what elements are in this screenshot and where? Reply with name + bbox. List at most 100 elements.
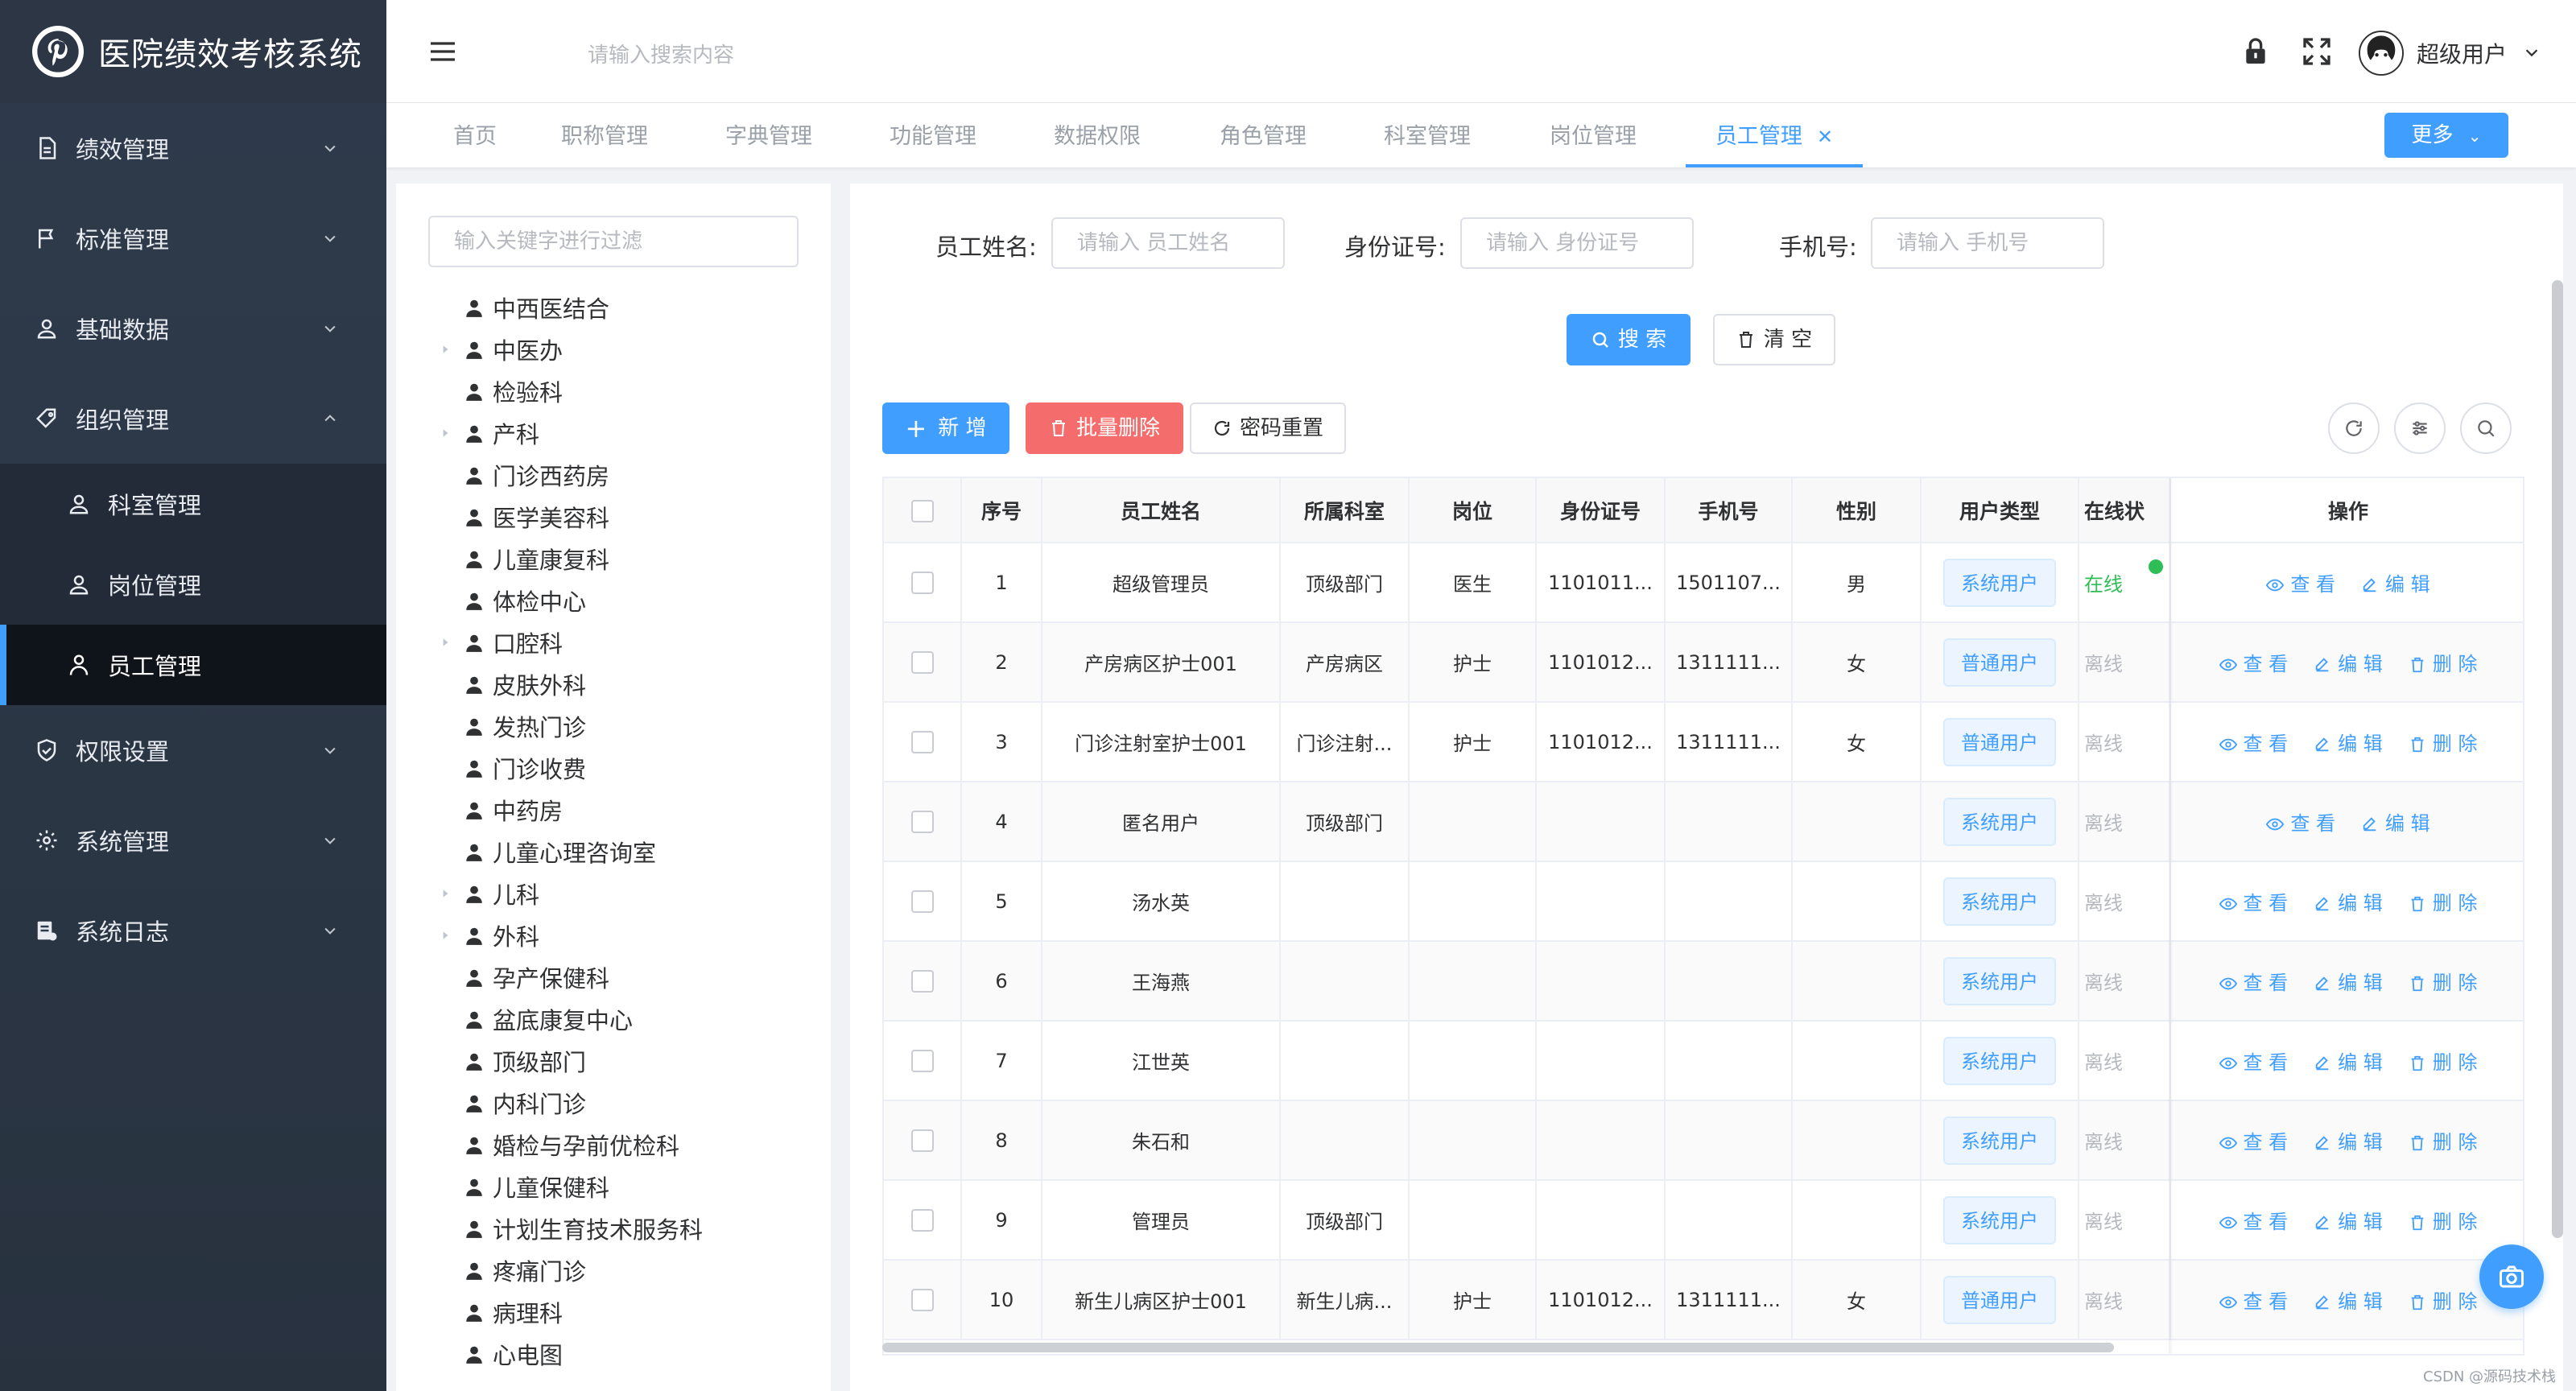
delete-button[interactable]: 删 除 bbox=[2409, 1206, 2477, 1234]
tree-node[interactable]: 儿童康复科 bbox=[428, 538, 815, 580]
tab-data-permission[interactable]: 数据权限 bbox=[1030, 103, 1164, 167]
tree-node[interactable]: 体检中心 bbox=[428, 580, 815, 621]
reset-password-button[interactable]: 密码重置 bbox=[1190, 402, 1346, 454]
select-cell[interactable] bbox=[884, 1100, 962, 1181]
select-all-checkbox[interactable] bbox=[910, 499, 934, 522]
tree-node[interactable]: 发热门诊 bbox=[428, 705, 815, 747]
tree-node[interactable]: 计划生育技术服务科 bbox=[428, 1207, 815, 1249]
edit-button[interactable]: 编 辑 bbox=[2361, 807, 2430, 836]
chevron-down-icon[interactable] bbox=[2523, 43, 2541, 61]
tree-node[interactable]: 病理科 bbox=[428, 1291, 815, 1333]
table-row[interactable]: 10 新生儿病区护士001 新生儿病... 护士 1101012... 1311111..… bbox=[884, 1260, 2523, 1340]
select-cell[interactable] bbox=[884, 1021, 962, 1101]
table-row[interactable]: 9 管理员 顶级部门 系统用户 离线 查 看 编 辑 删 除 bbox=[884, 1180, 2523, 1261]
row-checkbox[interactable] bbox=[910, 890, 934, 913]
edit-button[interactable]: 编 辑 bbox=[2314, 967, 2383, 995]
clear-button[interactable]: 清 空 bbox=[1713, 314, 1835, 365]
caret-right-icon[interactable] bbox=[436, 885, 454, 902]
tree-filter-input[interactable]: 输入关键字进行过滤 bbox=[428, 216, 799, 267]
toggle-search-button[interactable] bbox=[2460, 402, 2512, 454]
tree-node[interactable]: 疼痛门诊 bbox=[428, 1249, 815, 1291]
tab-dictionary-management[interactable]: 字典管理 bbox=[702, 103, 836, 167]
tree-node[interactable]: 心电图 bbox=[428, 1333, 815, 1375]
phone-input[interactable]: 请输入 手机号 bbox=[1871, 217, 2104, 269]
view-button[interactable]: 查 看 bbox=[2219, 967, 2288, 995]
tree-node[interactable]: 外科 bbox=[428, 914, 815, 956]
tree-node[interactable]: 门诊西药房 bbox=[428, 454, 815, 496]
edit-button[interactable]: 编 辑 bbox=[2314, 648, 2383, 676]
id-input[interactable]: 请输入 身份证号 bbox=[1460, 217, 1694, 269]
close-icon[interactable]: ✕ bbox=[1817, 103, 1833, 171]
tab-role-management[interactable]: 角色管理 bbox=[1196, 103, 1330, 167]
sidebar-item-system[interactable]: 系统管理 bbox=[0, 795, 386, 885]
table-row[interactable]: 3 门诊注射室护士001 门诊注射... 护士 1101012... 1311111...… bbox=[884, 702, 2523, 782]
vertical-scrollbar[interactable] bbox=[2552, 280, 2563, 1238]
tree-node[interactable]: 产科 bbox=[428, 412, 815, 454]
tab-home[interactable]: 首页 bbox=[419, 103, 531, 167]
tree-node[interactable]: 中药房 bbox=[428, 789, 815, 831]
select-cell[interactable] bbox=[884, 543, 962, 623]
fullscreen-icon[interactable] bbox=[2301, 35, 2333, 68]
row-checkbox[interactable] bbox=[910, 1050, 934, 1072]
tree-node[interactable]: 顶级部门 bbox=[428, 1040, 815, 1082]
table-row[interactable]: 7 江世英 系统用户 离线 查 看 编 辑 删 除 bbox=[884, 1021, 2523, 1101]
table-row[interactable]: 4 匿名用户 顶级部门 系统用户 离线 查 看 编 辑 bbox=[884, 782, 2523, 862]
tree-node[interactable]: 中西医结合 bbox=[428, 287, 815, 328]
refresh-table-button[interactable] bbox=[2328, 402, 2380, 454]
caret-right-icon[interactable] bbox=[436, 341, 454, 358]
delete-button[interactable]: 删 除 bbox=[2409, 1126, 2477, 1154]
select-all-cell[interactable] bbox=[884, 478, 962, 543]
caret-right-icon[interactable] bbox=[436, 927, 454, 944]
lock-icon[interactable] bbox=[2240, 35, 2272, 68]
select-cell[interactable] bbox=[884, 622, 962, 703]
tree-node[interactable]: 门诊收费 bbox=[428, 747, 815, 789]
delete-button[interactable]: 删 除 bbox=[2409, 887, 2477, 915]
tab-employee-management[interactable]: 员工管理 ✕ bbox=[1686, 103, 1863, 167]
sidebar-item-permission[interactable]: 权限设置 bbox=[0, 705, 386, 795]
view-button[interactable]: 查 看 bbox=[2219, 1046, 2288, 1075]
horizontal-scrollbar[interactable] bbox=[882, 1343, 2114, 1352]
delete-button[interactable]: 删 除 bbox=[2409, 728, 2477, 756]
tree-node[interactable]: 内科门诊 bbox=[428, 1082, 815, 1124]
name-input[interactable]: 请输入 员工姓名 bbox=[1051, 217, 1285, 269]
row-checkbox[interactable] bbox=[910, 1129, 934, 1152]
sidebar-item-employee[interactable]: 员工管理 bbox=[0, 625, 386, 705]
edit-button[interactable]: 编 辑 bbox=[2314, 887, 2383, 915]
row-checkbox[interactable] bbox=[910, 731, 934, 753]
tree-node[interactable]: 儿童心理咨询室 bbox=[428, 831, 815, 873]
view-button[interactable]: 查 看 bbox=[2266, 807, 2335, 836]
avatar[interactable] bbox=[2359, 31, 2404, 76]
row-checkbox[interactable] bbox=[910, 572, 934, 594]
view-button[interactable]: 查 看 bbox=[2219, 1206, 2288, 1234]
view-button[interactable]: 查 看 bbox=[2219, 887, 2288, 915]
edit-button[interactable]: 编 辑 bbox=[2314, 1286, 2383, 1314]
tree-node[interactable]: 儿科 bbox=[428, 873, 815, 914]
edit-button[interactable]: 编 辑 bbox=[2314, 1126, 2383, 1154]
view-button[interactable]: 查 看 bbox=[2219, 728, 2288, 756]
batch-delete-button[interactable]: 批量删除 bbox=[1026, 402, 1183, 454]
view-button[interactable]: 查 看 bbox=[2219, 1286, 2288, 1314]
tree-node[interactable]: 儿童保健科 bbox=[428, 1166, 815, 1207]
row-checkbox[interactable] bbox=[910, 651, 934, 674]
select-cell[interactable] bbox=[884, 861, 962, 942]
view-button[interactable]: 查 看 bbox=[2266, 568, 2335, 596]
tree-node[interactable]: 检验科 bbox=[428, 370, 815, 412]
row-checkbox[interactable] bbox=[910, 970, 934, 993]
edit-button[interactable]: 编 辑 bbox=[2314, 728, 2383, 756]
sidebar-item-organization[interactable]: 组织管理 bbox=[0, 374, 386, 464]
tree-node[interactable]: 中医办 bbox=[428, 328, 815, 370]
caret-right-icon[interactable] bbox=[436, 634, 454, 651]
table-row[interactable]: 1 超级管理员 顶级部门 医生 1101011... 1501107... 男系统用户 在线 查… bbox=[884, 543, 2523, 623]
table-row[interactable]: 8 朱石和 系统用户 离线 查 看 编 辑 删 除 bbox=[884, 1100, 2523, 1181]
tree-node[interactable]: 医学美容科 bbox=[428, 496, 815, 538]
delete-button[interactable]: 删 除 bbox=[2409, 967, 2477, 995]
sidebar-item-post[interactable]: 岗位管理 bbox=[0, 544, 386, 625]
sidebar-item-standard[interactable]: 标准管理 bbox=[0, 193, 386, 283]
more-button[interactable]: 更多 ⌄ bbox=[2384, 113, 2508, 158]
hamburger-menu-icon[interactable] bbox=[427, 35, 459, 68]
caret-right-icon[interactable] bbox=[436, 424, 454, 442]
tree-node[interactable]: 婚检与孕前优检科 bbox=[428, 1124, 815, 1166]
table-row[interactable]: 6 王海燕 系统用户 离线 查 看 编 辑 删 除 bbox=[884, 941, 2523, 1022]
view-button[interactable]: 查 看 bbox=[2219, 1126, 2288, 1154]
tree-node[interactable]: 孕产保健科 bbox=[428, 956, 815, 998]
